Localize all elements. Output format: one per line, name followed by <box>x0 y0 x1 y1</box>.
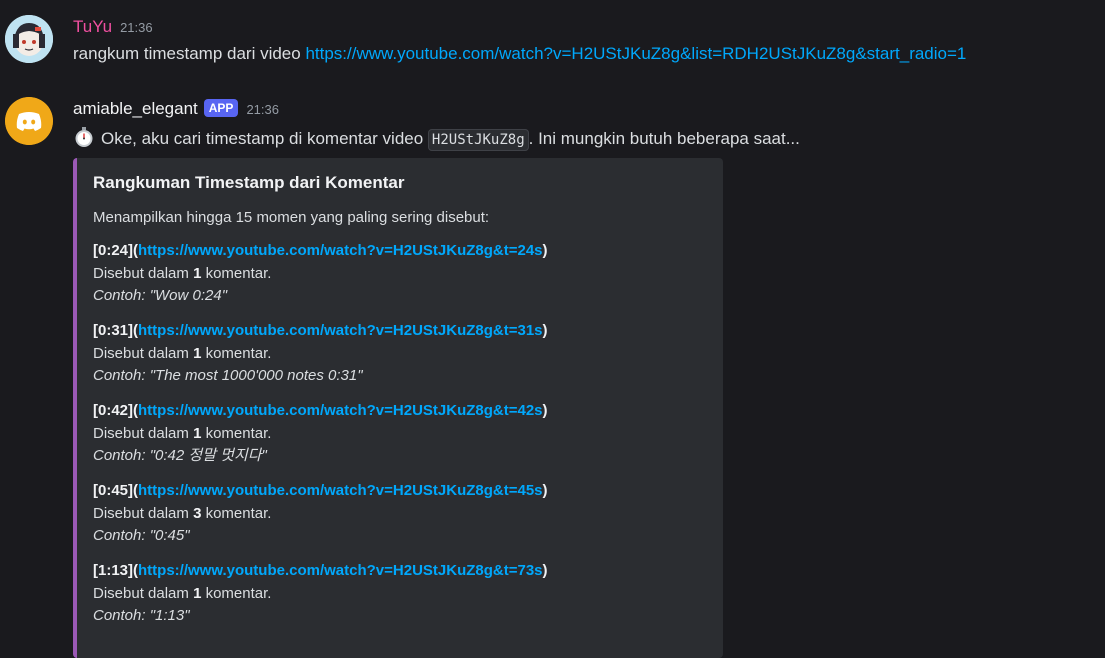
timestamp-entry: [0:45](https://www.youtube.com/watch?v=H… <box>93 480 548 548</box>
paren-close: ) <box>542 242 548 259</box>
timestamp-link[interactable]: https://www.youtube.com/watch?v=H2UStJKu… <box>138 482 543 499</box>
example-comment: Contoh: "Wow 0:24" <box>93 287 228 304</box>
paren-close: ) <box>542 322 548 339</box>
message-timestamp: 21:36 <box>246 102 279 117</box>
mention-text: Disebut dalam <box>93 504 194 522</box>
timestamp-entry: [1:13](https://www.youtube.com/watch?v=H… <box>93 560 548 628</box>
avatar-image <box>5 15 53 63</box>
username[interactable]: TuYu <box>73 17 112 36</box>
mention-suffix: komentar. <box>201 264 272 282</box>
mention-text: Disebut dalam <box>93 264 194 282</box>
timestamp-label: [0:42] <box>93 402 134 419</box>
timestamp-label: [0:31] <box>93 322 134 339</box>
timestamp-embed: Rangkuman Timestamp dari Komentar Menamp… <box>73 158 723 658</box>
message-text: Oke, aku cari timestamp di komentar vide… <box>101 129 424 148</box>
avatar-tuyu[interactable] <box>5 15 53 63</box>
youtube-link[interactable]: https://www.youtube.com/watch?v=H2UStJKu… <box>305 44 966 63</box>
avatar-bot[interactable] <box>5 97 53 145</box>
mention-suffix: komentar. <box>201 504 272 522</box>
inline-code: H2UStJKuZ8g <box>427 129 529 151</box>
timestamp-link[interactable]: https://www.youtube.com/watch?v=H2UStJKu… <box>138 242 543 259</box>
message-content: Oke, aku cari timestamp di komentar vide… <box>73 126 800 151</box>
timestamp-label: [1:13] <box>93 562 134 579</box>
embed-title: Rangkuman Timestamp dari Komentar <box>93 173 405 192</box>
mention-text: Disebut dalam <box>93 584 194 602</box>
example-comment: Contoh: "0:42 정말 멋지다" <box>93 447 267 464</box>
embed-description: Menampilkan hingga 15 momen yang paling … <box>93 209 490 226</box>
message-content: rangkum timestamp dari video https://www… <box>73 44 966 64</box>
mention-text: Disebut dalam <box>93 344 194 362</box>
mention-suffix: komentar. <box>201 584 272 602</box>
example-comment: Contoh: "1:13" <box>93 607 190 624</box>
message-header: TuYu 21:36 <box>73 17 153 37</box>
timestamp-entry: [0:24](https://www.youtube.com/watch?v=H… <box>93 240 548 308</box>
app-badge: APP <box>203 99 239 117</box>
mention-suffix: komentar. <box>201 424 272 442</box>
timestamp-link[interactable]: https://www.youtube.com/watch?v=H2UStJKu… <box>138 322 543 339</box>
message-text: rangkum timestamp dari video <box>73 44 306 63</box>
mention-text: Disebut dalam <box>93 424 194 442</box>
paren-close: ) <box>542 402 548 419</box>
discord-logo-icon <box>5 97 53 145</box>
paren-close: ) <box>542 482 548 499</box>
username[interactable]: amiable_elegant <box>73 99 198 118</box>
timestamp-label: [0:24] <box>93 242 134 259</box>
timestamp-entry: [0:42](https://www.youtube.com/watch?v=H… <box>93 400 548 468</box>
message-timestamp: 21:36 <box>120 20 153 35</box>
timestamp-entry: [0:31](https://www.youtube.com/watch?v=H… <box>93 320 548 388</box>
paren-close: ) <box>542 562 548 579</box>
message-text-after: . Ini mungkin butuh beberapa saat... <box>528 129 800 148</box>
timestamp-label: [0:45] <box>93 482 134 499</box>
mention-suffix: komentar. <box>201 344 272 362</box>
timestamp-link[interactable]: https://www.youtube.com/watch?v=H2UStJKu… <box>138 562 543 579</box>
timestamp-link[interactable]: https://www.youtube.com/watch?v=H2UStJKu… <box>138 402 543 419</box>
stopwatch-icon <box>73 126 95 148</box>
example-comment: Contoh: "0:45" <box>93 527 190 544</box>
example-comment: Contoh: "The most 1000'000 notes 0:31" <box>93 367 363 384</box>
message-header: amiable_elegant APP 21:36 <box>73 99 279 119</box>
